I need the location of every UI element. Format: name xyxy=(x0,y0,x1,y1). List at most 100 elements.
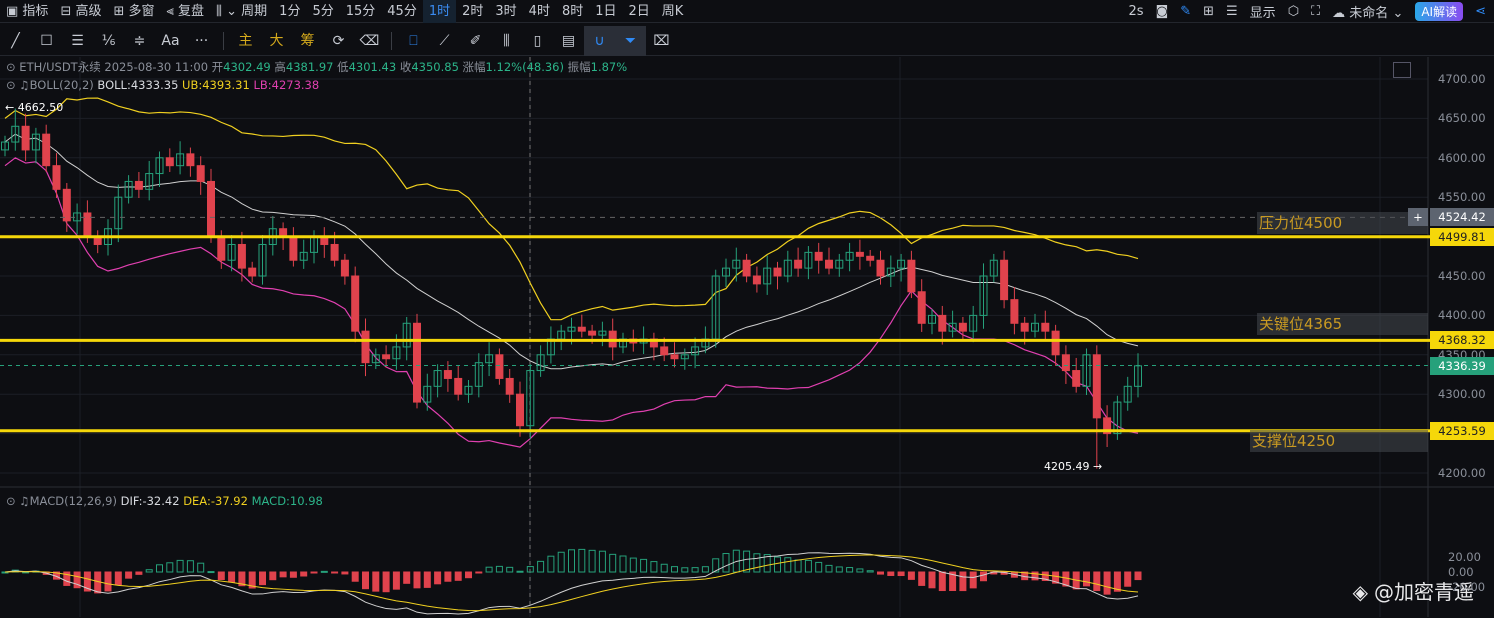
boll-ub: UB:4393.31 xyxy=(182,78,250,92)
candle xyxy=(917,291,926,324)
macd-histogram-bar xyxy=(114,571,122,586)
macd-histogram-bar xyxy=(413,571,421,589)
macd-histogram-bar xyxy=(681,567,689,573)
high-marker: ← 4662.50 xyxy=(5,101,63,115)
high-price: 4662.50 xyxy=(17,101,64,114)
candle xyxy=(1010,299,1019,324)
macd-histogram-bar xyxy=(1103,571,1111,595)
expand-icon[interactable] xyxy=(1393,62,1411,78)
candle xyxy=(134,180,143,190)
arrow-left-icon: ← xyxy=(5,101,18,114)
marker-price-label: 4524.42 xyxy=(1430,208,1494,227)
candle xyxy=(577,326,586,332)
macd-histogram-bar xyxy=(310,571,318,574)
candle xyxy=(83,212,92,238)
boll-upper-line xyxy=(4,97,1139,321)
candle xyxy=(340,259,349,277)
macd-histogram-bar xyxy=(485,566,493,573)
candle xyxy=(958,322,967,332)
boll-info: ⊙ ♫BOLL(20,2) BOLL:4333.35 UB:4393.31 LB… xyxy=(6,77,319,93)
macd-histogram-bar xyxy=(856,568,864,573)
y-tick-label: 4200.00 xyxy=(1438,466,1486,480)
macd-histogram-bar xyxy=(866,570,874,573)
candle xyxy=(516,393,524,427)
macd-histogram-bar xyxy=(434,571,442,585)
candle xyxy=(207,180,215,238)
level-annotation[interactable]: 支撑位4250 xyxy=(1250,430,1428,452)
macd-histogram-bar xyxy=(557,551,565,573)
macd-histogram-bar xyxy=(372,571,380,592)
macd-histogram-bar xyxy=(938,571,946,592)
macd-histogram-bar xyxy=(887,571,895,576)
bell-icon[interactable]: ♫ xyxy=(19,494,29,508)
boll-label: BOLL(20,2) xyxy=(29,78,94,92)
macd-histogram-bar xyxy=(1134,571,1142,581)
arrow-right-icon: → xyxy=(1089,460,1103,473)
macd-histogram-bar xyxy=(619,555,627,573)
level-annotation[interactable]: 压力位4500 xyxy=(1257,212,1428,234)
macd-histogram-bar xyxy=(774,556,781,573)
close-label: 收 xyxy=(399,60,412,74)
macd-histogram-bar xyxy=(186,560,194,573)
macd-histogram-bar xyxy=(753,553,761,573)
macd-histogram-bar xyxy=(197,562,205,573)
candle xyxy=(794,259,803,269)
candle xyxy=(1092,354,1101,419)
candle xyxy=(237,243,246,269)
macd-histogram-bar xyxy=(300,571,308,577)
macd-histogram-bar xyxy=(392,571,400,590)
macd-histogram-bar xyxy=(671,566,678,573)
level-annotation[interactable]: 关键位4365 xyxy=(1257,313,1428,335)
macd-histogram-bar xyxy=(228,571,236,583)
candle xyxy=(1061,354,1070,372)
macd-histogram-bar xyxy=(362,571,369,590)
macd-histogram-bar xyxy=(495,565,503,573)
candle xyxy=(773,267,782,277)
macd-histogram-bar xyxy=(980,571,987,582)
low-marker: 4205.49 → xyxy=(1044,460,1102,474)
candle xyxy=(165,157,174,167)
bell-icon[interactable]: ♫ xyxy=(19,78,29,92)
candle xyxy=(62,188,71,222)
candle xyxy=(382,354,391,360)
macd-histogram-bar xyxy=(969,571,977,589)
candle xyxy=(248,267,257,277)
collapse-icon[interactable]: ⊙ xyxy=(6,78,16,92)
candle xyxy=(495,354,504,379)
candle xyxy=(52,165,61,190)
macd-histogram-bar xyxy=(176,559,184,573)
candle xyxy=(670,354,679,360)
macd-histogram-bar xyxy=(259,571,266,586)
boll-lower-line xyxy=(4,157,1139,448)
macd-histogram-bar xyxy=(537,560,545,573)
macd-histogram-bar xyxy=(629,557,637,573)
macd-histogram-bar xyxy=(928,571,936,589)
macd-histogram-bar xyxy=(475,571,483,574)
binance-logo-icon: ◈ xyxy=(1352,580,1368,604)
macd-histogram-bar xyxy=(897,571,905,577)
macd-histogram-bar xyxy=(125,571,133,579)
candle xyxy=(361,330,370,364)
macd-histogram-bar xyxy=(1124,571,1132,587)
macd-histogram-bar xyxy=(351,571,359,582)
y-tick-label: 4300.00 xyxy=(1438,387,1486,402)
candle xyxy=(505,377,514,395)
macd-dea-line xyxy=(4,554,1139,612)
candle xyxy=(907,259,916,293)
macd-histogram-bar xyxy=(207,571,215,574)
macd-histogram-bar xyxy=(156,564,163,573)
ohlc-info: ⊙ ETH/USDT永续 2025-08-30 11:00 开4302.49 高… xyxy=(6,59,627,75)
macd-histogram-bar xyxy=(701,566,709,573)
boll-mid: BOLL:4333.35 xyxy=(97,78,179,92)
macd-histogram-bar xyxy=(444,571,452,582)
collapse-icon[interactable]: ⊙ xyxy=(6,60,16,74)
candle xyxy=(186,153,195,167)
candle xyxy=(217,236,226,261)
macd-label: MACD(12,26,9) xyxy=(29,494,117,508)
candle xyxy=(752,275,761,285)
low-value: 4301.43 xyxy=(348,60,397,74)
add-alert-button[interactable]: + xyxy=(1408,208,1428,227)
y-tick-label: 4650.00 xyxy=(1438,111,1486,126)
collapse-icon[interactable]: ⊙ xyxy=(6,494,16,508)
candle xyxy=(660,346,669,356)
